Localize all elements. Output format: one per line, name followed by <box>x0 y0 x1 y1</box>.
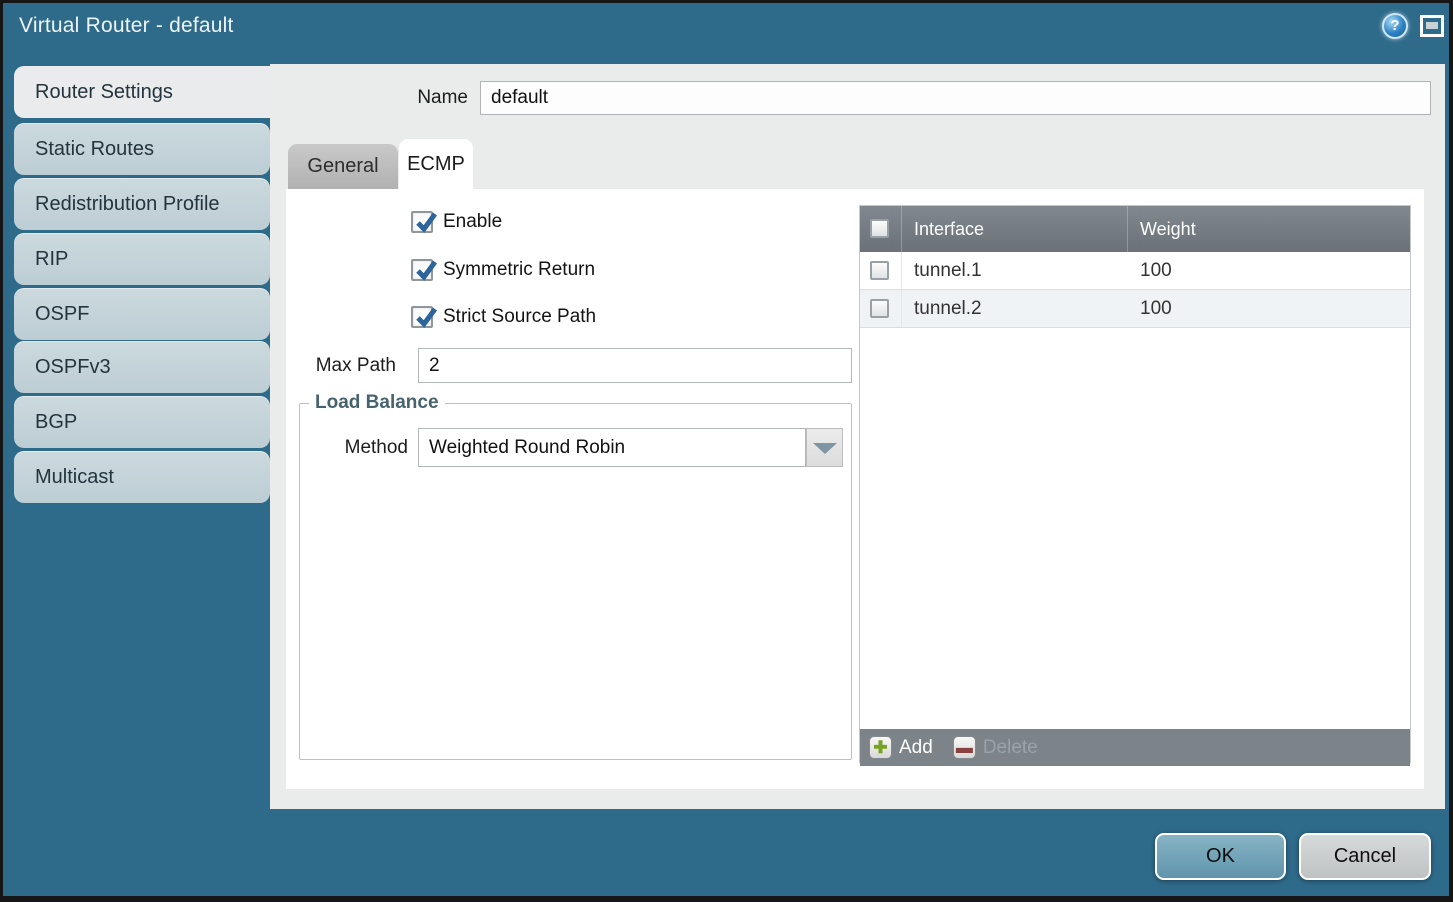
ecmp-interface-table: Interface Weight tunnel.1 100 tunnel.2 1… <box>859 205 1411 763</box>
enable-checkbox[interactable] <box>411 211 433 233</box>
row-checkbox-cell <box>860 290 902 327</box>
window-restore-icon[interactable] <box>1420 15 1444 37</box>
enable-label: Enable <box>443 211 502 233</box>
table-row[interactable]: tunnel.1 100 <box>860 252 1410 290</box>
ecmp-panel: Enable Symmetric Return Strict Source Pa… <box>286 189 1424 789</box>
sidebar-item-bgp[interactable]: BGP <box>14 396 270 448</box>
sidebar-item-static-routes[interactable]: Static Routes <box>14 123 270 175</box>
delete-button[interactable]: Delete <box>983 737 1038 759</box>
tab-general[interactable]: General <box>288 144 398 189</box>
sidebar-item-ospf[interactable]: OSPF <box>14 288 270 340</box>
cancel-button[interactable]: Cancel <box>1299 833 1431 880</box>
cell-weight: 100 <box>1128 252 1410 289</box>
add-icon[interactable]: ✚ <box>869 736 892 759</box>
table-row[interactable]: tunnel.2 100 <box>860 290 1410 328</box>
row-checkbox[interactable] <box>870 299 889 318</box>
header-checkbox-cell <box>860 206 902 252</box>
method-label: Method <box>286 437 408 459</box>
sidebar-item-ospfv3[interactable]: OSPFv3 <box>14 341 270 393</box>
column-header-weight[interactable]: Weight <box>1128 206 1410 252</box>
cell-weight: 100 <box>1128 290 1410 327</box>
table-empty-area <box>860 328 1410 729</box>
sidebar-item-multicast[interactable]: Multicast <box>14 451 270 503</box>
load-balance-legend: Load Balance <box>309 392 445 414</box>
method-select[interactable]: Weighted Round Robin <box>418 428 806 467</box>
strict-source-path-label: Strict Source Path <box>443 306 596 328</box>
max-path-input[interactable] <box>418 348 852 383</box>
column-header-interface[interactable]: Interface <box>902 206 1128 252</box>
method-dropdown-arrow-icon[interactable] <box>806 428 843 467</box>
strict-source-path-checkbox[interactable] <box>411 306 433 328</box>
table-footer: ✚ Add ▬ Delete <box>860 729 1410 766</box>
ok-button[interactable]: OK <box>1155 833 1286 880</box>
tab-ecmp[interactable]: ECMP <box>399 139 473 189</box>
select-all-checkbox[interactable] <box>870 219 889 238</box>
table-header: Interface Weight <box>860 206 1410 252</box>
help-icon[interactable]: ? <box>1382 13 1408 39</box>
name-input[interactable] <box>480 81 1431 115</box>
row-checkbox[interactable] <box>870 261 889 280</box>
dialog-title: Virtual Router - default <box>19 14 234 38</box>
symmetric-return-checkbox[interactable] <box>411 259 433 281</box>
window-restore-glyph <box>1426 22 1438 29</box>
cell-interface: tunnel.1 <box>902 252 1128 289</box>
delete-icon[interactable]: ▬ <box>953 736 976 759</box>
sidebar-item-rip[interactable]: RIP <box>14 233 270 285</box>
sidebar-item-router-settings[interactable]: Router Settings <box>14 66 270 118</box>
chevron-down-icon <box>813 443 837 454</box>
add-button[interactable]: Add <box>899 737 933 759</box>
symmetric-return-label: Symmetric Return <box>443 259 595 281</box>
sidebar-item-redistribution-profile[interactable]: Redistribution Profile <box>14 178 270 230</box>
max-path-label: Max Path <box>286 355 396 377</box>
virtual-router-dialog: Virtual Router - default ? Router Settin… <box>0 0 1453 902</box>
cell-interface: tunnel.2 <box>902 290 1128 327</box>
row-checkbox-cell <box>860 252 902 289</box>
name-label: Name <box>298 87 468 109</box>
